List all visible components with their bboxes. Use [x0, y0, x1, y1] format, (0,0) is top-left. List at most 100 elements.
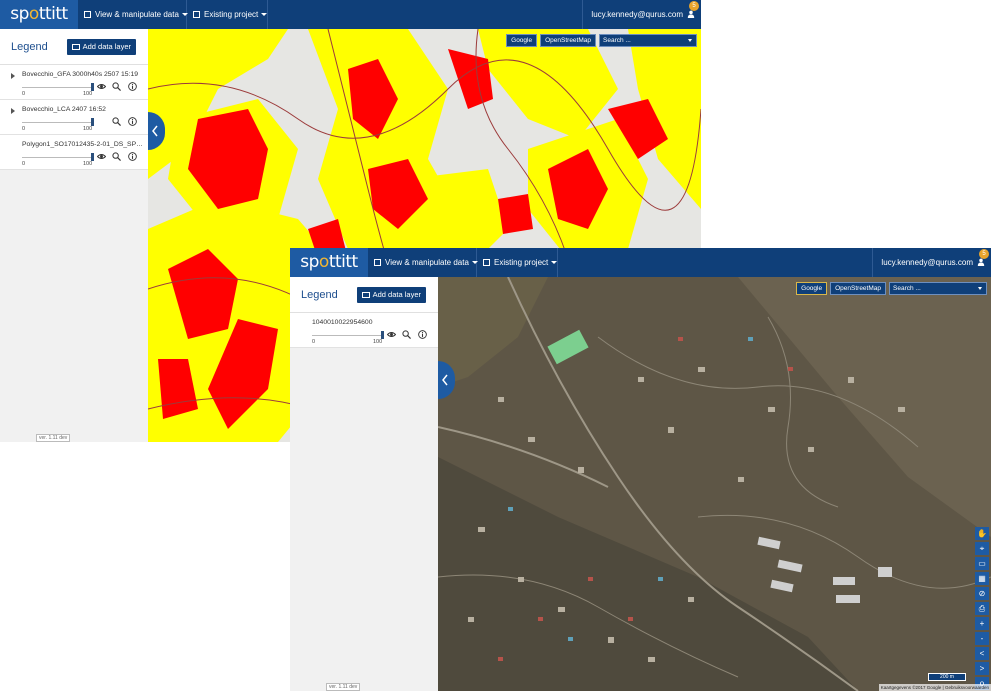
print-icon[interactable]: ⎙ — [975, 602, 989, 615]
logo-dot: o — [28, 4, 39, 24]
zoom-icon[interactable] — [402, 330, 411, 339]
opacity-slider-handle[interactable] — [91, 118, 94, 126]
user-menu[interactable]: lucy.kennedy@qurus.com 5 — [872, 248, 991, 277]
chevron-left-icon — [152, 125, 158, 137]
caret-down-icon — [261, 13, 268, 16]
add-data-layer-button[interactable]: Add data layer — [356, 287, 426, 303]
layers-icon — [374, 259, 381, 266]
user-menu[interactable]: lucy.kennedy@qurus.com 5 — [582, 0, 701, 29]
previous-extent-icon[interactable]: < — [975, 647, 989, 660]
nav-view-manipulate-data[interactable]: View & manipulate data — [78, 0, 188, 29]
zoom-icon[interactable] — [112, 152, 121, 161]
map-toolbar: ✋ ⌖ ▭ ▦ ⊘ ⎙ + - < > o — [975, 527, 989, 690]
legend-sidebar: Legend Add data layer 1040010022954600 0… — [290, 277, 439, 691]
image-icon[interactable]: ▦ — [975, 572, 989, 585]
nav-existing-project[interactable]: Existing project — [477, 248, 558, 277]
opacity-slider[interactable] — [22, 87, 94, 88]
layer-item: Bovecchio_LCA 2407 16:52 0 100 — [0, 100, 148, 135]
satellite-map-canvas — [438, 277, 991, 691]
google-basemap-button[interactable]: Google — [796, 282, 828, 295]
opacity-slider-handle[interactable] — [381, 331, 384, 339]
collapse-sidebar-button[interactable] — [438, 361, 455, 399]
slider-max-label: 100 — [83, 161, 93, 167]
info-icon[interactable] — [418, 330, 427, 339]
next-extent-icon[interactable]: > — [975, 662, 989, 675]
google-basemap-button[interactable]: Google — [506, 34, 538, 47]
search-placeholder: Search ... — [603, 37, 631, 44]
logo-text: sp — [10, 4, 29, 24]
notification-badge[interactable]: 5 — [979, 249, 989, 259]
map-search-dropdown[interactable]: Search ... — [599, 34, 697, 47]
chevron-left-icon — [442, 374, 448, 386]
opacity-slider-handle[interactable] — [91, 83, 94, 91]
layer-name: Polygon1_SO17012435-2-01_DS_SPOT... — [22, 141, 144, 148]
caret-down-icon — [688, 39, 692, 42]
logo-text-end: ttitt — [328, 252, 358, 272]
info-icon[interactable] — [128, 117, 137, 126]
map-view-satellite[interactable]: Google OpenStreetMap Search ... ✋ ⌖ ▭ ▦ … — [438, 277, 991, 691]
add-button-label: Add data layer — [82, 42, 131, 51]
layer-item: Polygon1_SO17012435-2-01_DS_SPOT... 0 10… — [0, 135, 148, 170]
measure-icon[interactable]: ▭ — [975, 557, 989, 570]
legend-title: Legend — [301, 289, 338, 301]
map-top-controls: Google OpenStreetMap Search ... — [506, 34, 697, 47]
zoom-icon[interactable] — [112, 117, 121, 126]
identify-icon[interactable]: ⌖ — [975, 542, 989, 555]
caret-down-icon — [551, 261, 558, 264]
pan-hand-icon[interactable]: ✋ — [975, 527, 989, 540]
legend-header: Legend Add data layer — [0, 29, 148, 65]
top-navbar: spottitt View & manipulate data Existing… — [0, 0, 701, 29]
file-icon — [483, 259, 490, 266]
logo[interactable]: spottitt — [290, 248, 368, 277]
opacity-slider[interactable] — [22, 122, 94, 123]
opacity-slider[interactable] — [22, 157, 94, 158]
nav-label: Existing project — [494, 258, 549, 267]
add-data-layer-button[interactable]: Add data layer — [66, 39, 136, 55]
slider-min-label: 0 — [22, 126, 26, 132]
zoom-in-icon[interactable]: + — [975, 617, 989, 630]
user-icon — [977, 258, 985, 266]
layer-list: 1040010022954600 0 100 — [290, 313, 438, 348]
window-front: spottitt View & manipulate data Existing… — [290, 248, 991, 691]
collapse-sidebar-button[interactable] — [148, 112, 165, 150]
osm-basemap-button[interactable]: OpenStreetMap — [830, 282, 886, 295]
map-attribution: Kaartgegevens ©2017 Google | Gebruiksvoo… — [878, 684, 991, 691]
opacity-slider[interactable] — [312, 335, 384, 336]
slider-max-label: 100 — [83, 126, 93, 132]
expand-arrow-icon[interactable] — [11, 73, 15, 79]
eye-icon[interactable] — [97, 82, 106, 91]
logo-dot: o — [318, 252, 329, 272]
eye-icon[interactable] — [387, 330, 396, 339]
logo-text-end: ttitt — [38, 4, 68, 24]
user-email: lucy.kennedy@qurus.com — [591, 10, 683, 19]
legend-header: Legend Add data layer — [290, 277, 438, 313]
osm-basemap-button[interactable]: OpenStreetMap — [540, 34, 596, 47]
zoom-out-icon[interactable]: - — [975, 632, 989, 645]
nav-label: View & manipulate data — [385, 258, 469, 267]
clear-icon[interactable]: ⊘ — [975, 587, 989, 600]
eye-icon[interactable] — [97, 152, 106, 161]
info-icon[interactable] — [128, 152, 137, 161]
layer-name: Bovecchio_LCA 2407 16:52 — [22, 106, 106, 113]
legend-title: Legend — [11, 41, 48, 53]
version-label: ver. 1.11 dev — [36, 434, 71, 442]
notification-badge[interactable]: 5 — [689, 1, 699, 11]
expand-arrow-icon[interactable] — [11, 108, 15, 114]
slider-min-label: 0 — [22, 91, 26, 97]
user-email: lucy.kennedy@qurus.com — [881, 258, 973, 267]
slider-min-label: 0 — [22, 161, 26, 167]
add-button-label: Add data layer — [372, 290, 421, 299]
logo[interactable]: spottitt — [0, 0, 78, 29]
nav-existing-project[interactable]: Existing project — [187, 0, 268, 29]
scale-bar: 200 m — [928, 673, 966, 681]
user-icon — [687, 10, 695, 18]
map-search-dropdown[interactable]: Search ... — [889, 282, 987, 295]
info-icon[interactable] — [128, 82, 137, 91]
map-top-controls: Google OpenStreetMap Search ... — [796, 282, 987, 295]
caret-down-icon — [978, 287, 982, 290]
opacity-slider-handle[interactable] — [91, 153, 94, 161]
logo-text: sp — [300, 252, 319, 272]
nav-label: View & manipulate data — [95, 10, 179, 19]
zoom-icon[interactable] — [112, 82, 121, 91]
nav-view-manipulate-data[interactable]: View & manipulate data — [368, 248, 478, 277]
